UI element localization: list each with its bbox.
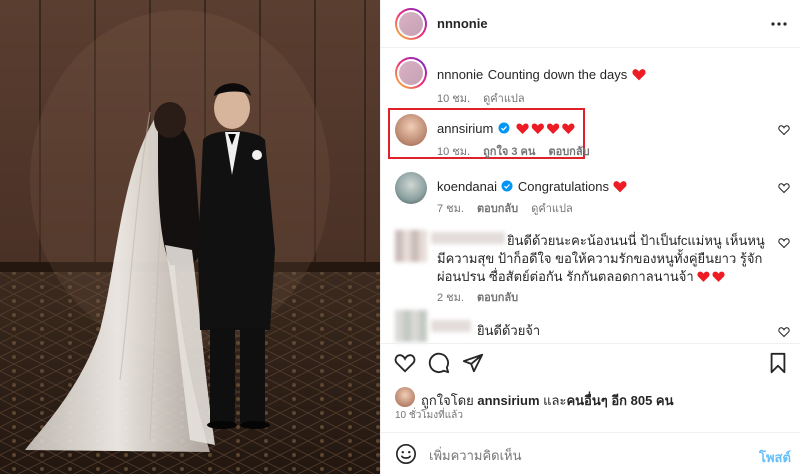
share-paper-plane-icon[interactable] [462, 352, 484, 374]
post-details-panel: nnnonie nnnonie Counting down the days 1… [380, 0, 800, 474]
post-comment-button[interactable]: โพสต์ [759, 447, 791, 468]
author-username[interactable]: nnnonie [437, 16, 488, 31]
like-comment-heart-icon[interactable] [778, 326, 790, 338]
comment-time[interactable]: 10 ชม. [437, 146, 470, 158]
translate-link[interactable]: ดูคำแปล [483, 93, 525, 105]
like-comment-heart-icon[interactable] [778, 182, 790, 194]
reply-link[interactable]: ตอบกลับ [548, 146, 589, 158]
commenter-avatar[interactable] [395, 172, 427, 204]
post-photo[interactable] [0, 0, 380, 474]
heart-emoji-icon [613, 181, 627, 193]
comment-username[interactable]: annsirium [437, 121, 493, 136]
comment-bubble-icon[interactable] [428, 352, 450, 374]
like-comment-heart-icon[interactable] [778, 124, 790, 136]
likes-rest[interactable]: คนอื่นๆ อีก 805 คน [566, 393, 673, 408]
comment-text: Congratulations [517, 179, 609, 194]
likes-count-link[interactable]: ถูกใจ 3 คน [483, 146, 535, 158]
commenter-avatar[interactable] [395, 230, 427, 262]
comment-username[interactable]: nnnonie [437, 67, 483, 82]
comment-time[interactable]: 10 ชม. [437, 93, 470, 105]
heart-emoji-icon [516, 123, 575, 134]
commenter-avatar[interactable] [395, 57, 427, 89]
post-header: nnnonie [381, 0, 800, 48]
verified-badge-icon [501, 180, 513, 192]
comment-time[interactable]: 7 ชม. [437, 203, 464, 215]
author-avatar[interactable] [395, 8, 427, 40]
likes-middle: และ [543, 393, 567, 408]
comment-time[interactable]: 2 ชม. [437, 292, 464, 304]
blurred-username [431, 320, 471, 332]
comment-input[interactable] [427, 442, 731, 468]
wedding-photo-image [0, 0, 380, 474]
reply-link[interactable]: ตอบกลับ [477, 203, 518, 215]
liker-avatar[interactable] [395, 387, 415, 407]
heart-emoji-icon [632, 69, 646, 81]
comment-text: Counting down the days [487, 67, 628, 82]
emoji-smiley-icon[interactable] [395, 443, 417, 465]
commenter-avatar[interactable] [395, 114, 427, 146]
heart-emoji-icon [697, 271, 725, 282]
translate-link[interactable]: ดูคำแปล [531, 203, 573, 215]
commenter-avatar[interactable] [395, 310, 427, 342]
bookmark-icon[interactable] [767, 352, 789, 374]
likes-user[interactable]: annsirium [477, 393, 539, 408]
like-comment-heart-icon[interactable] [778, 237, 790, 249]
comment-username[interactable]: koendanai [437, 179, 497, 194]
divider [381, 432, 800, 433]
posted-time[interactable]: 10 ชั่วโมงที่แล้ว [395, 408, 463, 423]
reply-link[interactable]: ตอบกลับ [477, 292, 518, 304]
more-horizontal-icon[interactable] [771, 17, 787, 31]
verified-badge-icon [498, 122, 510, 134]
divider [381, 343, 800, 344]
comment-text: ยินดีด้วยจ้า [477, 323, 541, 338]
like-heart-icon[interactable] [394, 352, 416, 374]
likes-prefix: ถูกใจโดย [421, 393, 474, 408]
